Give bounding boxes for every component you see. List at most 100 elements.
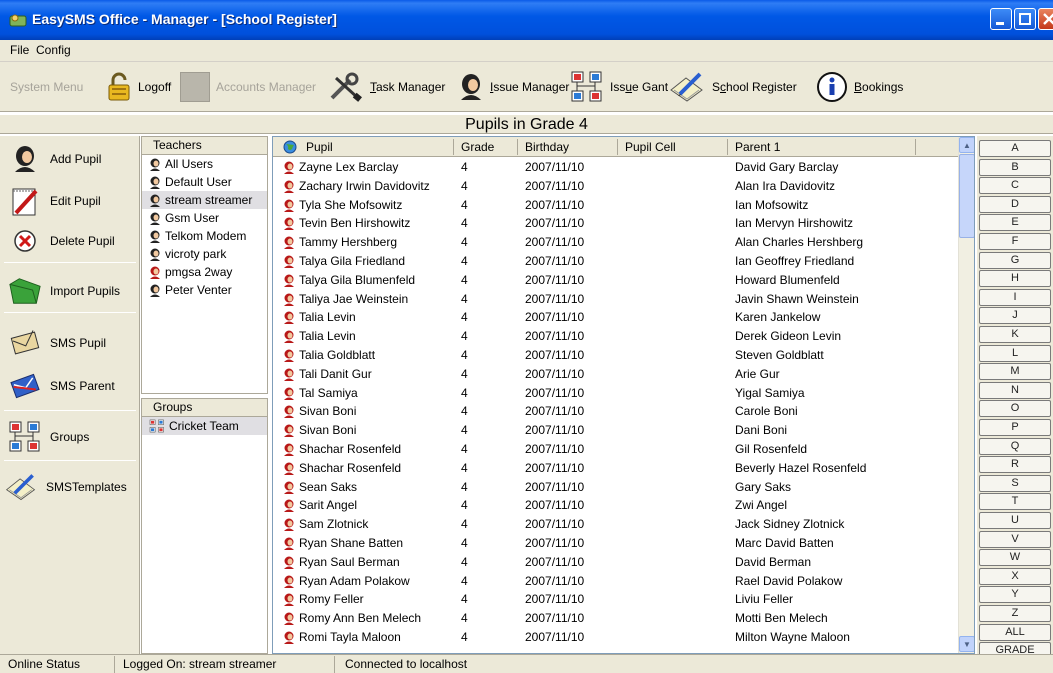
column-header-birthday[interactable]: Birthday	[525, 140, 569, 154]
close-button[interactable]	[1038, 8, 1053, 30]
letter-filter-i[interactable]: I	[979, 288, 1051, 306]
scroll-up-button[interactable]: ▲	[959, 137, 974, 153]
teacher-item[interactable]: All Users	[142, 155, 267, 173]
teacher-item[interactable]: Telkom Modem	[142, 227, 267, 245]
letter-filter-k[interactable]: K	[979, 326, 1051, 343]
group-item-cricket-team[interactable]: Cricket Team	[142, 417, 267, 435]
bookings-button[interactable]: Bookings	[816, 62, 903, 112]
table-row[interactable]: Zachary Irwin Davidovitz 4 2007/11/10 Alan …	[273, 177, 958, 196]
scroll-down-button[interactable]: ▼	[959, 636, 974, 652]
teacher-item[interactable]: Peter Venter	[142, 281, 267, 299]
letter-filter-t[interactable]: T	[979, 493, 1051, 511]
column-header-pupil[interactable]: Pupil	[306, 140, 333, 154]
column-header-pupil-cell[interactable]: Pupil Cell	[625, 140, 676, 154]
close-icon	[1043, 13, 1053, 25]
table-row[interactable]: Zayne Lex Barclay 4 2007/11/10 David Gary B…	[273, 158, 958, 177]
accounts-manager-button[interactable]: Accounts Manager	[180, 62, 316, 112]
menu-config[interactable]: Config	[36, 43, 71, 57]
letter-filter-q[interactable]: Q	[979, 437, 1051, 455]
vertical-scrollbar[interactable]: ▲ ▼	[958, 137, 974, 653]
table-row[interactable]: Sarit Angel 4 2007/11/10 Zwi Angel	[273, 496, 958, 515]
letter-filter-p[interactable]: P	[979, 419, 1051, 436]
letter-filter-x[interactable]: X	[979, 567, 1051, 585]
maximize-button[interactable]	[1014, 8, 1036, 30]
task-manager-button[interactable]: Task Manager	[328, 62, 445, 112]
edit-pupil-button[interactable]: Edit Pupil	[8, 184, 138, 218]
table-row[interactable]: Tyla She Mofsowitz 4 2007/11/10 Ian Mofsowi…	[273, 196, 958, 215]
teacher-item[interactable]: Gsm User	[142, 209, 267, 227]
table-row[interactable]: Talya Gila Blumenfeld 4 2007/11/10 Howard B…	[273, 271, 958, 290]
table-row[interactable]: Taliya Jae Weinstein 4 2007/11/10 Javin Sha…	[273, 290, 958, 309]
minimize-button[interactable]	[990, 8, 1012, 30]
column-header-grade[interactable]: Grade	[461, 140, 494, 154]
issue-manager-button[interactable]: Issue Manager	[458, 62, 569, 112]
letter-filter-b[interactable]: B	[979, 158, 1051, 176]
table-row[interactable]: Ryan Adam Polakow 4 2007/11/10 Rael David P…	[273, 572, 958, 591]
cell-grade: 4	[461, 329, 468, 344]
delete-pupil-button[interactable]: Delete Pupil	[8, 224, 138, 258]
letter-filter-f[interactable]: F	[979, 233, 1051, 250]
table-row[interactable]: Tal Samiya 4 2007/11/10 Yigal Samiya	[273, 384, 958, 403]
table-row[interactable]: Sean Saks 4 2007/11/10 Gary Saks	[273, 478, 958, 497]
table-row[interactable]: Tali Danit Gur 4 2007/11/10 Arie Gur	[273, 365, 958, 384]
teacher-item[interactable]: Default User	[142, 173, 267, 191]
cell-parent-1: Liviu Feller	[735, 592, 794, 607]
letter-filter-u[interactable]: U	[979, 512, 1051, 529]
groups-button[interactable]: Groups	[8, 420, 138, 454]
letter-filter-j[interactable]: J	[979, 307, 1051, 325]
letter-filter-e[interactable]: E	[979, 214, 1051, 232]
letter-filter-w[interactable]: W	[979, 549, 1051, 567]
table-row[interactable]: Sam Zlotnick 4 2007/11/10 Jack Sidney Zlotn…	[273, 515, 958, 534]
table-row[interactable]: Shachar Rosenfeld 4 2007/11/10 Beverly Haze…	[273, 459, 958, 478]
issue-gant-button[interactable]: Issue Gant	[570, 62, 668, 112]
table-row[interactable]: Sivan Boni 4 2007/11/10 Carole Boni	[273, 402, 958, 421]
user-icon	[150, 176, 160, 189]
letter-filter-m[interactable]: M	[979, 363, 1051, 381]
letter-filter-z[interactable]: Z	[979, 605, 1051, 622]
table-row[interactable]: Ryan Shane Batten 4 2007/11/10 Marc David B…	[273, 534, 958, 553]
letter-filter-g[interactable]: G	[979, 251, 1051, 269]
letter-filter-y[interactable]: Y	[979, 586, 1051, 604]
teacher-item[interactable]: pmgsa 2way	[142, 263, 267, 281]
menu-file[interactable]: File	[10, 43, 29, 57]
title-bar[interactable]: EasySMS Office - Manager - [School Regis…	[0, 0, 1053, 40]
column-header-parent-1[interactable]: Parent 1	[735, 140, 780, 154]
table-row[interactable]: Sivan Boni 4 2007/11/10 Dani Boni	[273, 421, 958, 440]
table-row[interactable]: Ryan Saul Berman 4 2007/11/10 David Berman	[273, 553, 958, 572]
letter-filter-h[interactable]: H	[979, 270, 1051, 288]
letter-filter-s[interactable]: S	[979, 474, 1051, 492]
letter-filter-o[interactable]: O	[979, 400, 1051, 418]
cell-pupil: Sean Saks	[299, 479, 358, 494]
letter-filter-all[interactable]: ALL	[979, 623, 1051, 641]
table-row[interactable]: Talia Levin 4 2007/11/10 Karen Jankelow	[273, 308, 958, 327]
school-register-button[interactable]: School Register	[668, 62, 797, 112]
letter-filter-n[interactable]: N	[979, 381, 1051, 399]
sms-pupil-label: SMS Pupil	[50, 336, 107, 350]
logoff-button[interactable]: Logoff	[106, 62, 171, 112]
table-row[interactable]: Tevin Ben Hirshowitz 4 2007/11/10 Ian Mervy…	[273, 214, 958, 233]
table-row[interactable]: Romi Tayla Maloon 4 2007/11/10 Milton Wayne…	[273, 628, 958, 647]
import-pupils-button[interactable]: Import Pupils	[8, 274, 138, 308]
table-row[interactable]: Tammy Hershberg 4 2007/11/10 Alan Charles H…	[273, 233, 958, 252]
system-menu-button[interactable]: System Menu	[10, 62, 83, 112]
sms-pupil-button[interactable]: SMS Pupil	[8, 326, 138, 360]
letter-filter-a[interactable]: A	[979, 140, 1051, 157]
letter-filter-r[interactable]: R	[979, 456, 1051, 474]
table-row[interactable]: Talia Goldblatt 4 2007/11/10 Steven Goldbla…	[273, 346, 958, 365]
letter-filter-c[interactable]: C	[979, 177, 1051, 195]
teacher-item[interactable]: vicroty park	[142, 245, 267, 263]
teacher-item[interactable]: stream streamer	[142, 191, 267, 209]
add-pupil-button[interactable]: Add Pupil	[8, 142, 138, 176]
table-row[interactable]: Romy Ann Ben Melech 4 2007/11/10 Motti Ben …	[273, 609, 958, 628]
letter-filter-l[interactable]: L	[979, 344, 1051, 362]
user-icon	[150, 194, 160, 207]
table-row[interactable]: Romy Feller 4 2007/11/10 Liviu Feller	[273, 590, 958, 609]
letter-filter-d[interactable]: D	[979, 195, 1051, 213]
table-row[interactable]: Talia Levin 4 2007/11/10 Derek Gideon Levin	[273, 327, 958, 346]
scroll-thumb[interactable]	[959, 154, 974, 238]
table-row[interactable]: Shachar Rosenfeld 4 2007/11/10 Gil Rosenfel…	[273, 440, 958, 459]
table-row[interactable]: Talya Gila Friedland 4 2007/11/10 Ian Geoff…	[273, 252, 958, 271]
sms-templates-button[interactable]: SMSTemplates	[4, 470, 134, 504]
letter-filter-v[interactable]: V	[979, 530, 1051, 548]
sms-parent-button[interactable]: SMS Parent	[8, 369, 138, 403]
